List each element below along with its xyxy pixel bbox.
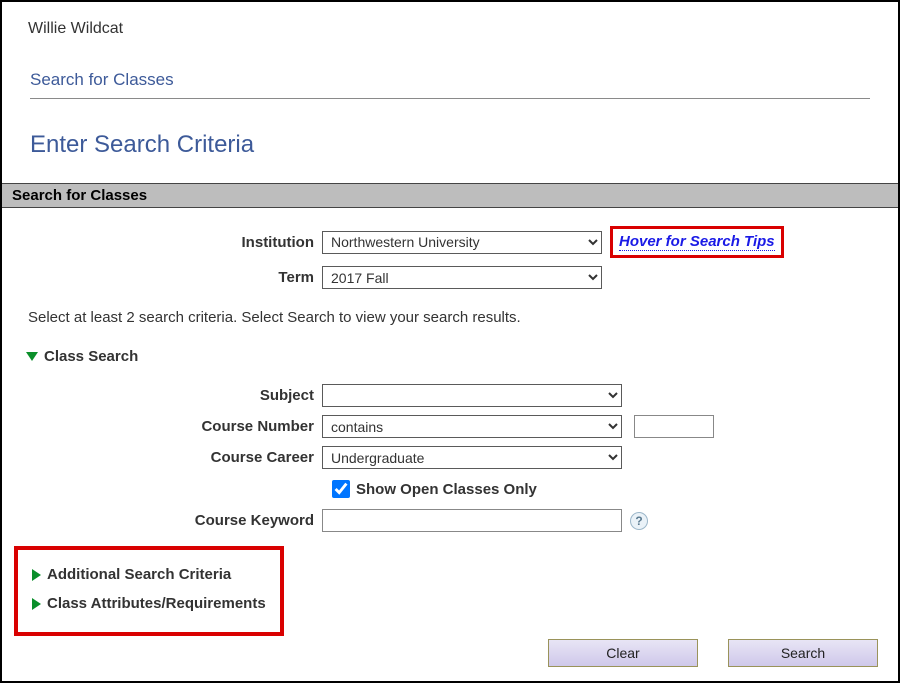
chevron-right-icon bbox=[32, 598, 41, 610]
subject-label: Subject bbox=[2, 387, 322, 404]
page-title: Enter Search Criteria bbox=[30, 131, 898, 159]
additional-criteria-label: Additional Search Criteria bbox=[47, 566, 231, 583]
term-label: Term bbox=[2, 269, 322, 286]
user-name: Willie Wildcat bbox=[2, 2, 898, 38]
course-number-label: Course Number bbox=[2, 418, 322, 435]
search-tips-highlight: Hover for Search Tips bbox=[610, 226, 784, 258]
search-button[interactable]: Search bbox=[728, 639, 878, 667]
additional-sections-highlight: Additional Search Criteria Class Attribu… bbox=[14, 546, 284, 636]
keyword-input[interactable] bbox=[322, 509, 622, 532]
section-header: Search for Classes bbox=[2, 183, 898, 208]
chevron-down-icon bbox=[26, 352, 38, 361]
help-icon[interactable]: ? bbox=[630, 512, 648, 530]
additional-criteria-toggle[interactable]: Additional Search Criteria bbox=[26, 566, 231, 583]
search-tips-link[interactable]: Hover for Search Tips bbox=[619, 233, 775, 251]
search-classes-window: Willie Wildcat Search for Classes Enter … bbox=[0, 0, 900, 683]
course-career-label: Course Career bbox=[2, 449, 322, 466]
open-only-checkbox[interactable] bbox=[332, 480, 350, 498]
keyword-label: Course Keyword bbox=[2, 512, 322, 529]
chevron-right-icon bbox=[32, 569, 41, 581]
institution-select[interactable]: Northwestern University bbox=[322, 231, 602, 254]
class-search-section-label: Class Search bbox=[44, 348, 138, 365]
clear-button[interactable]: Clear bbox=[548, 639, 698, 667]
class-attributes-label: Class Attributes/Requirements bbox=[47, 595, 266, 612]
open-only-label: Show Open Classes Only bbox=[356, 481, 537, 498]
institution-label: Institution bbox=[2, 234, 322, 251]
course-number-input[interactable] bbox=[634, 415, 714, 438]
form-area: Institution Northwestern University Hove… bbox=[2, 208, 898, 636]
class-attributes-toggle[interactable]: Class Attributes/Requirements bbox=[26, 595, 266, 612]
term-select[interactable]: 2017 Fall bbox=[322, 266, 602, 289]
class-search-section-toggle[interactable]: Class Search bbox=[2, 348, 138, 365]
page-subtitle: Search for Classes bbox=[30, 70, 870, 99]
instruction-text: Select at least 2 search criteria. Selec… bbox=[2, 297, 898, 348]
button-bar: Clear Search bbox=[548, 639, 878, 667]
course-career-select[interactable]: Undergraduate bbox=[322, 446, 622, 469]
course-number-op-select[interactable]: contains bbox=[322, 415, 622, 438]
subject-select[interactable] bbox=[322, 384, 622, 407]
